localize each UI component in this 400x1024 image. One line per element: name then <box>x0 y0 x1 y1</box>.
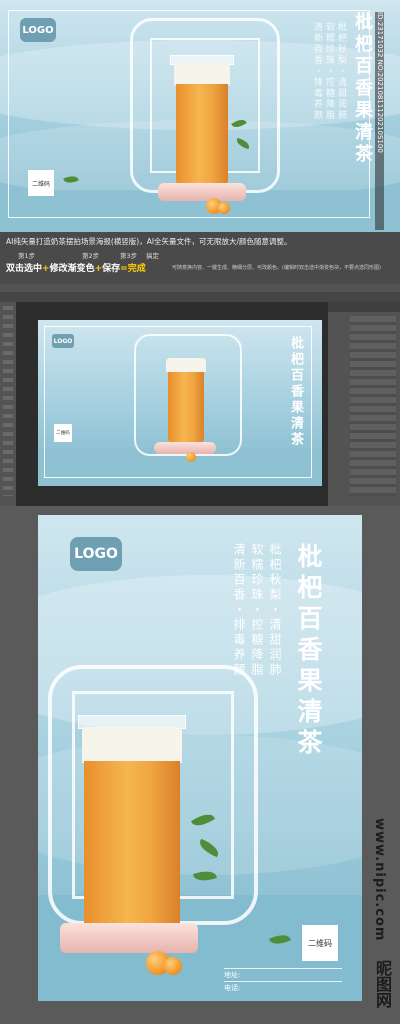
coaster <box>154 442 216 454</box>
poster-title: 枇杷百香果清茶 <box>288 336 303 448</box>
coaster <box>158 183 246 201</box>
cup-cream-top <box>82 727 182 763</box>
illustrator-editor: LOGO 二维码 枇杷百香果清茶 <box>0 284 400 506</box>
step-3-label: 第3步 <box>120 252 138 260</box>
cup-cream-top <box>166 358 206 372</box>
cup-cream-top <box>174 63 230 85</box>
slogan-column-3: 清新百香・排毒养颜 <box>312 22 322 121</box>
cup-tea-body <box>84 761 180 929</box>
description-text: AI纯矢量打造奶茶摆拍场景海报(横竖版)，AI全矢量文件，可无限放大/颜色随意调… <box>6 237 292 246</box>
slogan-column-1: 枇杷秋梨・清甜润肺 <box>268 543 282 678</box>
equals-sign: = <box>120 264 128 274</box>
step-1-label: 第1步 <box>18 252 36 260</box>
action-done: 完成 <box>127 264 146 274</box>
panel-header[interactable] <box>328 302 400 312</box>
layers-panel[interactable] <box>328 302 400 506</box>
action-save: 保存 <box>102 264 121 274</box>
watermark-site: www.nipic.com <box>372 818 387 942</box>
poster-title: 枇杷百香果清茶 <box>352 12 373 166</box>
phone-field: 电话: <box>224 981 342 993</box>
action-gradient: 修改渐变色 <box>49 264 95 274</box>
slogan-column-1: 枇杷秋梨・清甜润肺 <box>336 22 346 121</box>
tool-icons[interactable] <box>3 306 13 496</box>
poster-title: 枇杷百香果清茶 <box>294 543 323 760</box>
qr-code: 二维码 <box>54 424 72 442</box>
loquat-fruit <box>164 957 182 975</box>
action-select: 双击选中 <box>6 264 43 274</box>
loquat-fruit <box>218 202 230 214</box>
logo: LOGO <box>52 334 74 348</box>
action-line: 双击选中+修改渐变色+保存=完成 <box>6 261 146 274</box>
qr-code: 二维码 <box>28 170 54 196</box>
plus-sign: + <box>94 264 103 274</box>
logo: LOGO <box>20 18 56 42</box>
address-field: 地址: <box>224 968 342 980</box>
step-done-label: 搞定 <box>146 252 159 260</box>
info-bar: AI纯矢量打造奶茶摆拍场景海报(横竖版)，AI全矢量文件，可无限放大/颜色随意调… <box>0 232 400 284</box>
loquat-fruit <box>186 452 196 462</box>
coaster <box>60 923 198 953</box>
cup-tea-body <box>168 372 204 444</box>
notes-text: 可随意换内容、一键生成、精细分层、可改颜色。(编辑时双击选中渐变色块，不要点选同… <box>172 265 381 271</box>
slogan-column-2: 软糯珍珠・控糖降脂 <box>324 22 334 121</box>
qr-code: 二维码 <box>302 925 338 961</box>
artboard[interactable]: LOGO 二维码 枇杷百香果清茶 <box>38 320 322 486</box>
watermark-brand: 昵图网 <box>373 960 392 1008</box>
logo: LOGO <box>70 537 122 571</box>
layer-rows[interactable] <box>350 316 396 496</box>
plus-sign: + <box>42 264 50 274</box>
top-preview: LOGO 二维码 清新百香・排毒养颜 软糯珍珠・控糖降脂 枇杷秋梨・清甜润肺 枇… <box>0 0 400 232</box>
cup-tea-body <box>176 84 228 186</box>
tools-panel[interactable] <box>0 302 16 506</box>
step-2-label: 第2步 <box>82 252 100 260</box>
control-bar[interactable] <box>0 292 400 302</box>
menu-bar[interactable] <box>0 284 400 292</box>
vertical-poster: LOGO 清新百香・排毒养颜 软糯珍珠・控糖降脂 枇杷秋梨・清甜润肺 枇杷百香果… <box>38 515 362 1001</box>
image-id-text: ID:23171032 NO:20210811120210S100 <box>375 12 384 230</box>
